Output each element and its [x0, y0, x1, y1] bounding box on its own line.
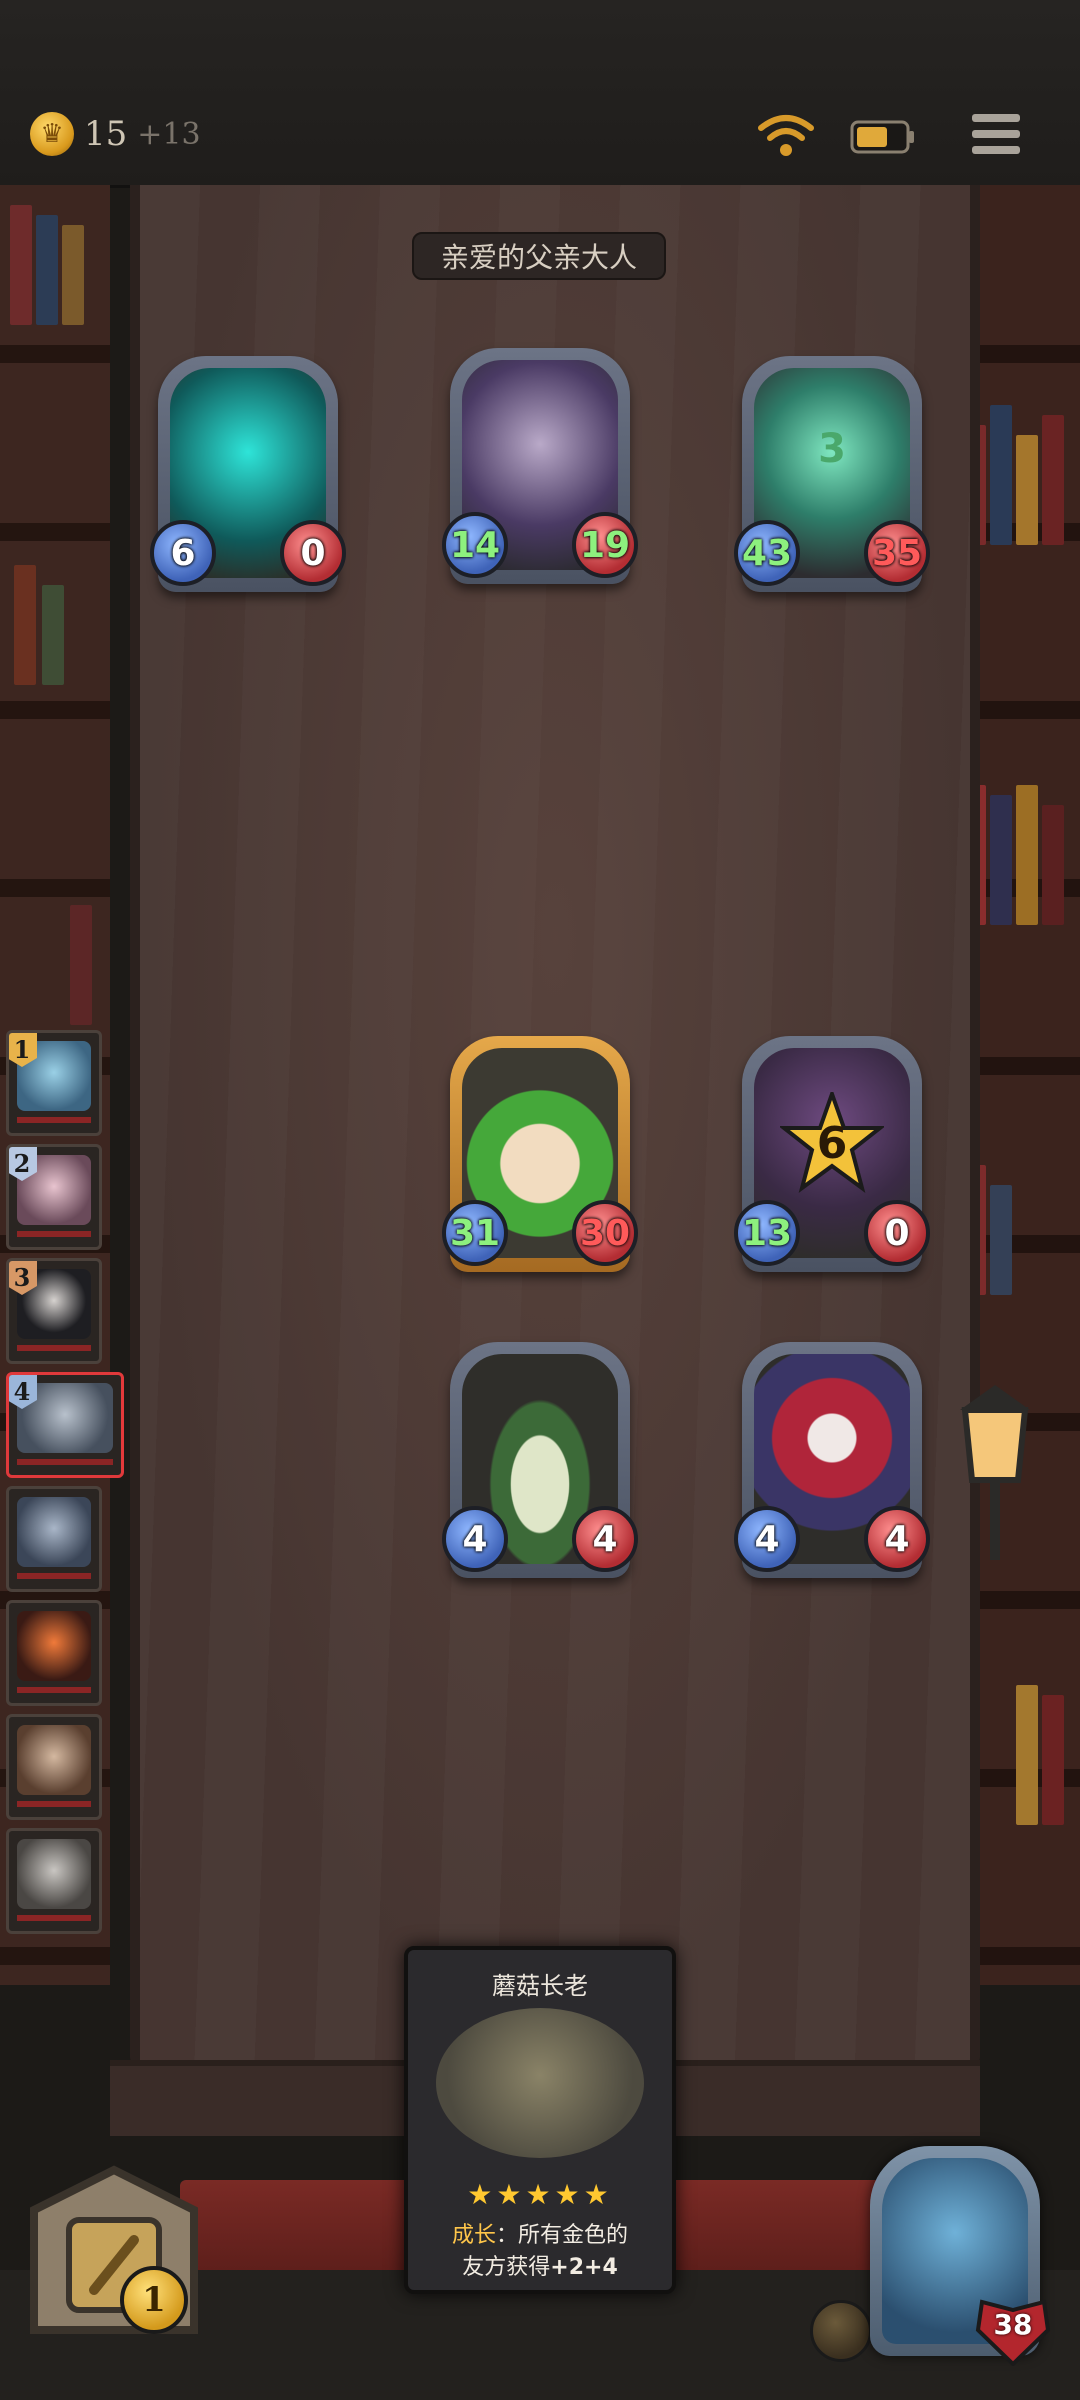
bell-button[interactable] — [810, 2300, 872, 2362]
hero-health: 38 — [993, 2308, 1033, 2341]
health-stat: 35 — [864, 520, 930, 586]
roster-player-3[interactable]: 3 — [6, 1258, 102, 1364]
opponent-unit-ghost-warrior[interactable]: 6 0 — [150, 356, 346, 596]
card-desc-bonus: +2+4 — [550, 2255, 618, 2280]
attack-stat: 31 — [442, 1200, 508, 1266]
player-unit-clown[interactable]: 4 4 — [734, 1342, 930, 1582]
roster-player-6[interactable] — [6, 1600, 102, 1706]
health-stat: 19 — [572, 512, 638, 578]
roster-player-4[interactable]: 4 — [6, 1372, 124, 1478]
player-unit-sprout[interactable]: 31 30 — [442, 1036, 638, 1276]
opponent-unit-wisp[interactable]: 3 43 35 — [734, 356, 930, 596]
attack-stat: 13 — [734, 1200, 800, 1266]
card-desc-line1: ：所有金色的 — [496, 2223, 629, 2248]
health-stat: 4 — [864, 1506, 930, 1572]
menu-icon[interactable] — [968, 110, 1024, 160]
card-detail[interactable]: 蘑菇长老 ★★★★★ 成长：所有金色的 友方获得+2+4 — [404, 1946, 676, 2294]
wifi-icon — [758, 115, 814, 156]
attack-stat: 4 — [734, 1506, 800, 1572]
attack-stat: 14 — [442, 512, 508, 578]
health-stat: 4 — [572, 1506, 638, 1572]
card-desc-line2: 友方获得 — [462, 2255, 551, 2280]
gold-display: ♛ 15 +13 — [30, 112, 201, 156]
shop-level: 1 — [120, 2266, 188, 2334]
health-stat: 30 — [572, 1200, 638, 1266]
gold-amount: 15 — [84, 114, 128, 154]
player-unit-mushroom[interactable]: 6 13 0 — [734, 1036, 930, 1276]
gold-coin-icon: ♛ — [30, 112, 74, 156]
player-unit-mandrake[interactable]: 4 4 — [442, 1342, 638, 1582]
card-keyword: 成长 — [451, 2223, 496, 2248]
roster-player-2[interactable]: 2 — [6, 1144, 102, 1250]
opponent-unit-witch-hunter[interactable]: 14 19 — [442, 348, 638, 588]
opponent-name: 亲爱的父亲大人 — [412, 232, 666, 280]
shop-chest-icon[interactable] — [14, 2150, 214, 2350]
card-stars: ★★★★★ — [467, 2178, 613, 2211]
attack-stat: 6 — [150, 520, 216, 586]
roster-player-1[interactable]: 1 — [6, 1030, 102, 1136]
gold-income: +13 — [137, 116, 201, 152]
health-stat: 0 — [280, 520, 346, 586]
battery-icon — [850, 120, 914, 154]
wisp-counter: 3 — [818, 426, 846, 472]
roster-player-7[interactable] — [6, 1714, 102, 1820]
health-stat: 0 — [864, 1200, 930, 1266]
card-art — [436, 2008, 644, 2158]
top-bar: ♛ 15 +13 — [0, 0, 1080, 188]
roster-player-8[interactable] — [6, 1828, 102, 1934]
attack-stat: 4 — [442, 1506, 508, 1572]
card-title: 蘑菇长老 — [492, 1972, 588, 2000]
roster-player-5[interactable] — [6, 1486, 102, 1592]
star-badge-value: 6 — [816, 1118, 848, 1169]
attack-stat: 43 — [734, 520, 800, 586]
lantern-icon — [960, 1385, 1030, 1560]
card-description: 成长：所有金色的 友方获得+2+4 — [420, 2220, 660, 2284]
